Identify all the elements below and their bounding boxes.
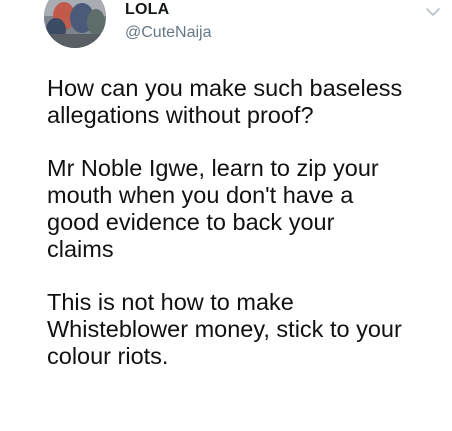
tweet-card: LOLA @CuteNaija How can you make such ba… [0, 0, 452, 431]
tweet-line: How can you make such baseless [47, 75, 403, 101]
tweet-paragraph: How can you make such baseless allegatio… [47, 75, 447, 129]
chevron-down-icon[interactable] [425, 4, 441, 16]
tweet-text: How can you make such baseless allegatio… [47, 75, 447, 396]
tweet-line: Whisteblower money, stick to your [47, 316, 402, 342]
tweet-paragraph: Mr Noble Igwe, learn to zip your mouth w… [47, 155, 447, 263]
tweet-line: colour riots. [47, 343, 169, 369]
profile-photo-icon [44, 0, 106, 48]
tweet-line: claims [47, 236, 114, 262]
tweet-line: This is not how to make [47, 289, 294, 315]
tweet-line: good evidence to back your [47, 209, 335, 235]
author-handle[interactable]: @CuteNaija [125, 24, 212, 42]
tweet-paragraph: This is not how to make Whisteblower mon… [47, 289, 447, 370]
author-display-name[interactable]: LOLA [125, 1, 169, 19]
tweet-line: mouth when you don't have a [47, 182, 354, 208]
tweet-line: Mr Noble Igwe, learn to zip your [47, 155, 379, 181]
avatar[interactable] [44, 0, 106, 48]
tweet-line: allegations without proof? [47, 102, 314, 128]
